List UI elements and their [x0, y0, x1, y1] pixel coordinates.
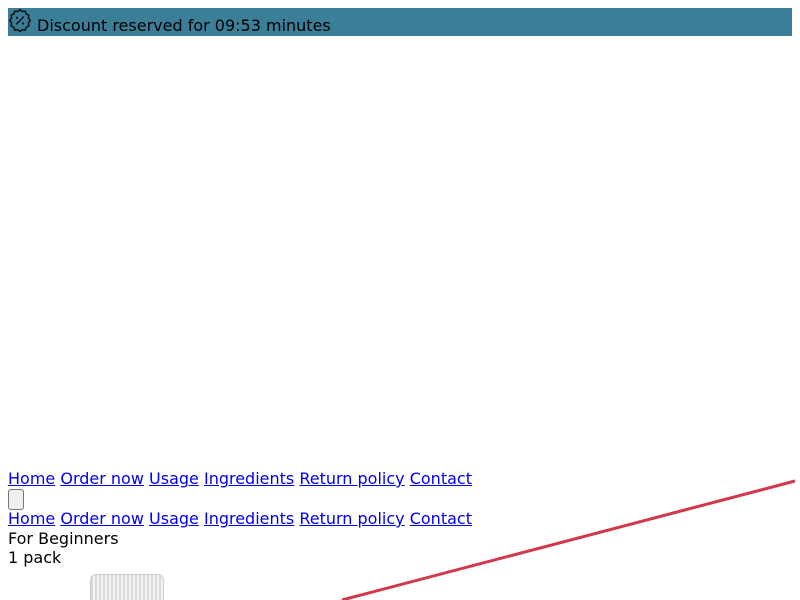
mobile-nav: Home Order now Usage Ingredients Return … [8, 509, 472, 529]
mobile-nav-link-contact[interactable]: Contact [410, 509, 472, 528]
package-quantity: 1 pack [8, 548, 62, 567]
nav-link-usage[interactable]: Usage [149, 469, 199, 488]
mobile-nav-link-ingredients[interactable]: Ingredients [204, 509, 294, 528]
mobile-nav-link-return-policy[interactable]: Return policy [299, 509, 404, 528]
product-image [90, 574, 164, 600]
mobile-nav-link-usage[interactable]: Usage [149, 509, 199, 528]
primary-nav: Home Order now Usage Ingredients Return … [8, 469, 472, 489]
nav-link-ingredients[interactable]: Ingredients [204, 469, 294, 488]
package-title: For Beginners [8, 529, 119, 548]
mobile-nav-link-home[interactable]: Home [8, 509, 55, 528]
discount-timer-text: Discount reserved for 09:53 minutes [37, 16, 331, 35]
nav-link-order-now[interactable]: Order now [60, 469, 144, 488]
discount-badge-icon [8, 8, 32, 33]
promo-bar: Discount reserved for 09:53 minutes [8, 8, 792, 36]
nav-link-return-policy[interactable]: Return policy [299, 469, 404, 488]
nav-link-contact[interactable]: Contact [410, 469, 472, 488]
mobile-nav-link-order-now[interactable]: Order now [60, 509, 144, 528]
menu-toggle-button[interactable] [8, 489, 24, 510]
nav-link-home[interactable]: Home [8, 469, 55, 488]
